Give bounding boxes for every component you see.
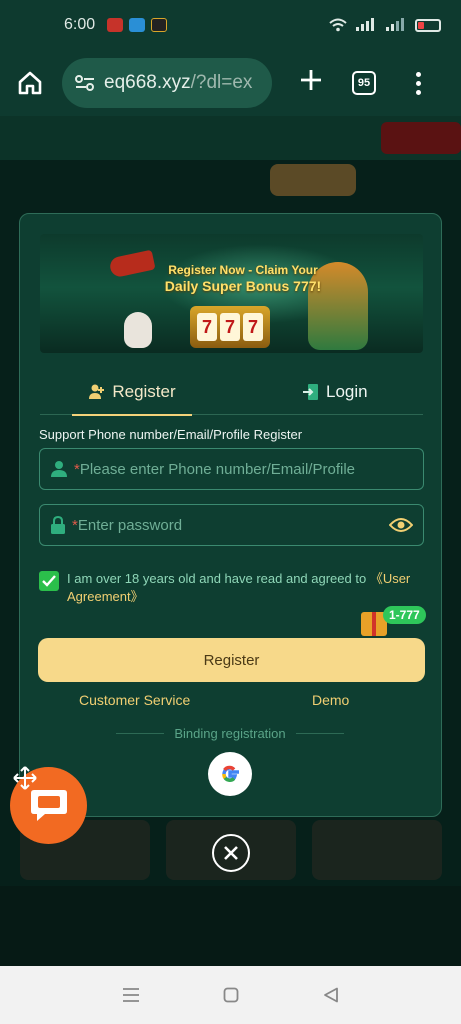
promo-banner: Register Now - Claim Your Daily Super Bo… (40, 234, 423, 353)
google-icon (222, 765, 239, 782)
password-input[interactable] (77, 516, 389, 534)
battery-icon (415, 18, 441, 32)
bonus-badge: 1-777 (383, 606, 426, 624)
tab-register-label: Register (112, 382, 176, 401)
move-handle-icon[interactable] (10, 763, 40, 793)
address-bar[interactable]: eq668.xyz/?dl=ex (62, 58, 272, 108)
phone-email-input[interactable] (79, 460, 413, 478)
lock-icon (51, 516, 65, 534)
page-background-button (381, 122, 461, 154)
status-time: 6:00 (64, 16, 96, 33)
back-nav-icon[interactable] (323, 987, 339, 1003)
binding-divider: Binding registration (116, 726, 345, 741)
home-icon (18, 71, 42, 95)
register-modal: Register Now - Claim Your Daily Super Bo… (19, 213, 442, 817)
agreement-checkbox[interactable] (39, 571, 59, 591)
tab-switcher-button[interactable]: 95 (352, 71, 376, 95)
auth-tabs: Register Login (40, 369, 423, 416)
url-host: eq668.xyz (104, 72, 191, 93)
demo-link[interactable]: Demo (312, 692, 349, 708)
check-icon (42, 575, 56, 587)
home-nav-icon[interactable] (223, 987, 239, 1003)
status-indicators (329, 18, 441, 32)
slot-digit: 7 (243, 313, 263, 341)
banner-headline-line2: Daily Super Bonus 777! (164, 278, 322, 294)
url-path: /?dl=ex (190, 72, 253, 93)
plus-icon (301, 70, 321, 90)
home-button[interactable] (12, 65, 48, 101)
page-bottom-nav (0, 886, 461, 966)
banner-headline: Register Now - Claim Your Daily Super Bo… (148, 262, 338, 294)
browser-menu-button[interactable] (414, 71, 422, 95)
eye-icon[interactable] (389, 517, 413, 533)
site-settings-icon (75, 75, 94, 91)
tab-login-label: Login (326, 382, 368, 401)
password-field[interactable]: * (39, 504, 424, 546)
tab-register[interactable]: Register (72, 369, 192, 416)
app-notification-icon (129, 18, 146, 32)
user-icon (51, 461, 67, 477)
page-game-tile (312, 820, 442, 880)
bunny-graphic (124, 312, 152, 348)
close-modal-button[interactable] (212, 834, 250, 872)
add-user-icon (89, 384, 105, 399)
page-background-login (270, 164, 356, 196)
recent-apps-icon[interactable] (122, 987, 140, 1003)
agreement-text: I am over 18 years old and have read and… (67, 571, 370, 586)
notification-icon (107, 18, 124, 32)
login-door-icon (303, 384, 318, 400)
form-label: Support Phone number/Email/Profile Regis… (39, 427, 303, 442)
phone-email-field[interactable]: * (39, 448, 424, 490)
google-login-button[interactable] (208, 752, 252, 796)
slot-machine-graphic: 7 7 7 (190, 306, 270, 348)
register-button[interactable]: Register (38, 638, 425, 682)
customer-service-link[interactable]: Customer Service (79, 692, 190, 708)
slot-digit: 7 (197, 313, 217, 341)
system-nav-bar (0, 966, 461, 1024)
game-notification-icon (151, 18, 168, 32)
banner-headline-line1: Register Now - Claim Your (168, 263, 318, 277)
binding-label: Binding registration (174, 726, 286, 741)
new-tab-button[interactable] (296, 68, 326, 98)
browser-toolbar: eq668.xyz/?dl=ex 95 (0, 50, 461, 116)
tab-login[interactable]: Login (302, 369, 368, 415)
agreement-row: I am over 18 years old and have read and… (39, 570, 424, 606)
close-icon (224, 846, 238, 860)
status-bar: 6:00 (0, 0, 461, 50)
signal-icon (356, 18, 374, 31)
slot-digit: 7 (220, 313, 240, 341)
signal-icon-2 (386, 18, 404, 31)
wifi-icon (329, 18, 347, 32)
